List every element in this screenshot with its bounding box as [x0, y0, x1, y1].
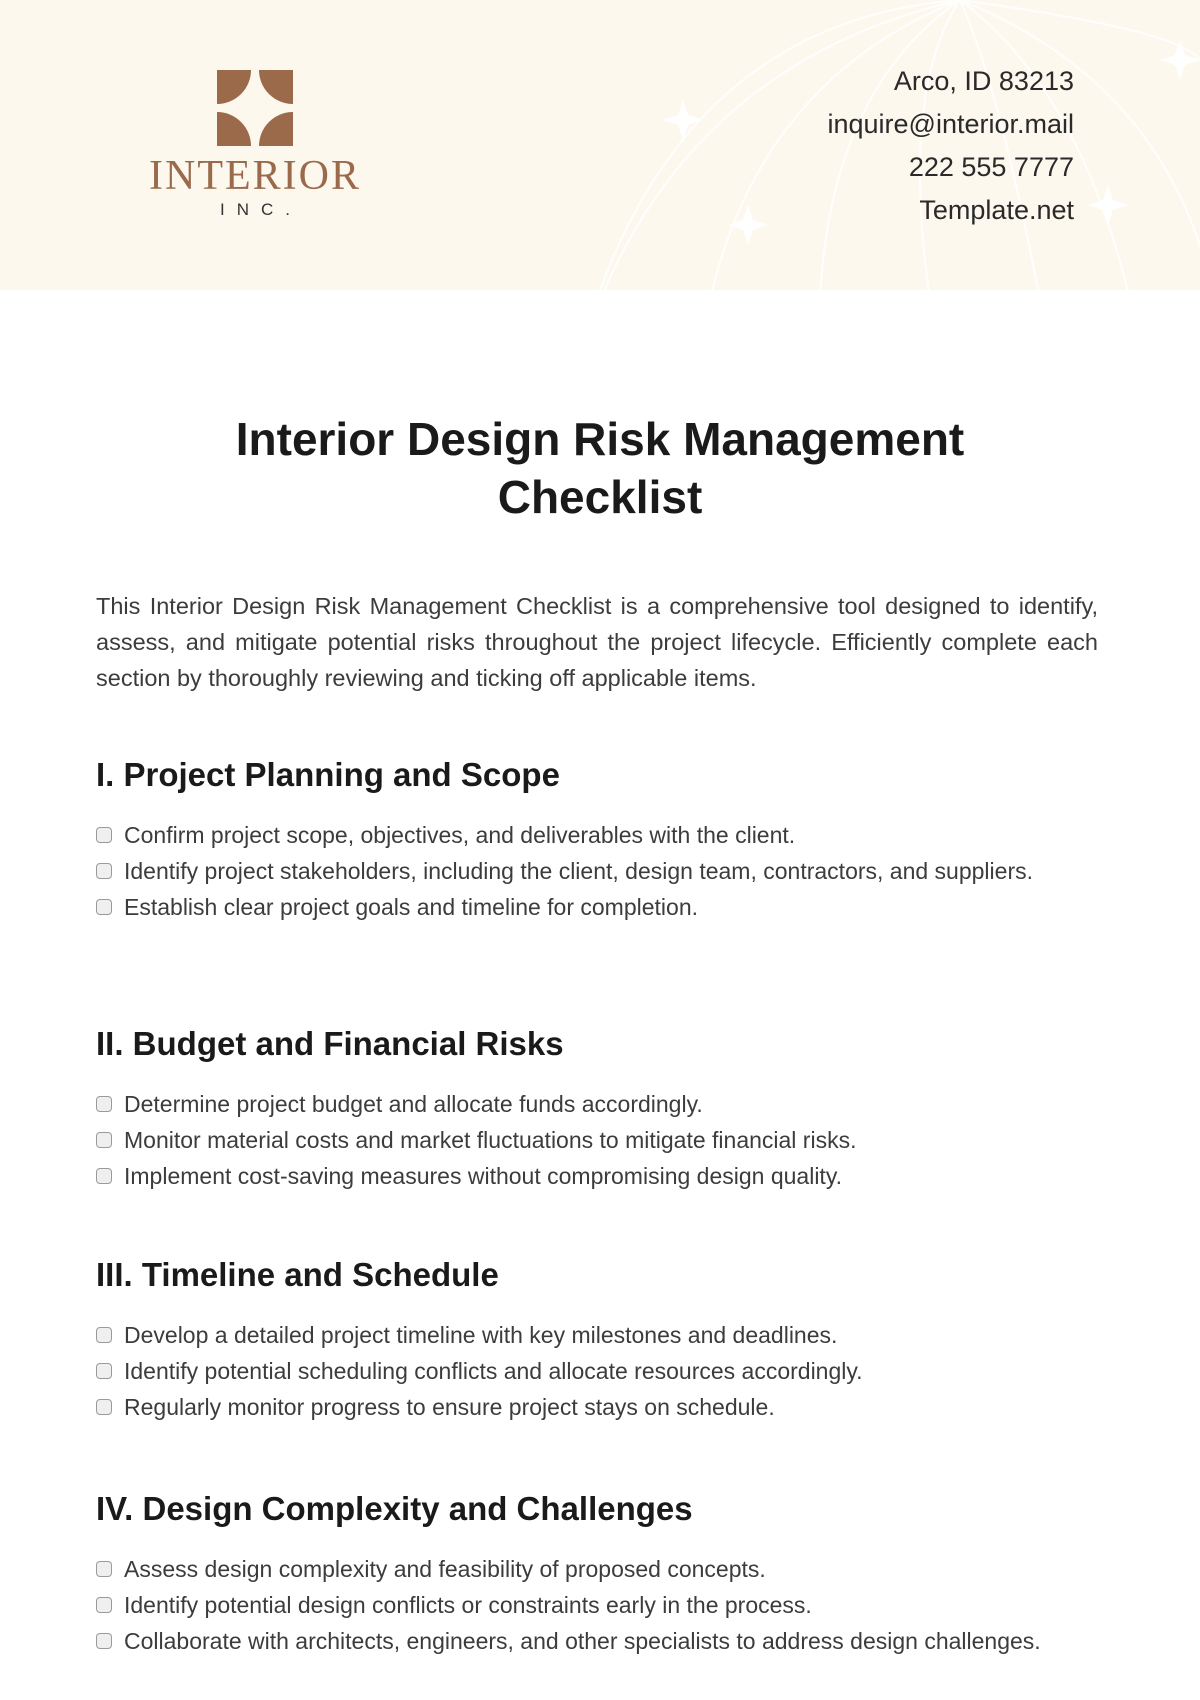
checklist: Develop a detailed project timeline with… — [96, 1317, 1098, 1425]
checklist-section: III. Timeline and Schedule Develop a deta… — [96, 1255, 1098, 1425]
checkbox[interactable] — [96, 1327, 112, 1343]
checklist: Determine project budget and allocate fu… — [96, 1086, 1098, 1194]
checklist-section: II. Budget and Financial Risks Determine … — [96, 1024, 1098, 1194]
title-line-2: Checklist — [497, 471, 703, 523]
checklist-item: Regularly monitor progress to ensure pro… — [96, 1389, 1098, 1425]
checklist-item-text: Assess design complexity and feasibility… — [124, 1556, 766, 1582]
section-heading: II. Budget and Financial Risks — [96, 1025, 564, 1062]
contact-website: Template.net — [919, 195, 1074, 225]
checklist-item: Identify project stakeholders, including… — [96, 853, 1098, 889]
title-line-1: Interior Design Risk Management — [235, 413, 965, 465]
checklist-item-text: Establish clear project goals and timeli… — [124, 894, 699, 920]
checkbox[interactable] — [96, 1399, 112, 1415]
checklist-item-text: Confirm project scope, objectives, and d… — [124, 822, 796, 848]
logo-name: INTERIOR — [149, 153, 361, 199]
checklist-item: Implement cost-saving measures without c… — [96, 1158, 1098, 1194]
contact-address: Arco, ID 83213 — [893, 66, 1074, 96]
checklist-item-text: Implement cost-saving measures without c… — [124, 1163, 842, 1189]
checklist-item-text: Identify potential scheduling conflicts … — [124, 1358, 863, 1384]
checklist-item: Monitor material costs and market fluctu… — [96, 1122, 1098, 1158]
checklist: Assess design complexity and feasibility… — [96, 1551, 1098, 1659]
checklist-item-text: Determine project budget and allocate fu… — [124, 1091, 703, 1117]
checklist-item-text: Develop a detailed project timeline with… — [124, 1322, 838, 1348]
contact-info: Arco, ID 83213 inquire@interior.mail 222… — [827, 60, 1074, 232]
checklist-item: Identify potential design conflicts or c… — [96, 1587, 1098, 1623]
checklist-item-text: Collaborate with architects, engineers, … — [124, 1628, 1041, 1654]
document-title: Interior Design Risk Management Checklis… — [100, 410, 1100, 526]
intro-paragraph: This Interior Design Risk Management Che… — [96, 593, 1098, 691]
checkbox[interactable] — [96, 1096, 112, 1112]
letterhead: INTERIOR INC. Arco, ID 83213 inquire@int… — [0, 0, 1200, 290]
company-logo: INTERIOR INC. — [120, 70, 390, 220]
checklist-item: Determine project budget and allocate fu… — [96, 1086, 1098, 1122]
checkbox[interactable] — [96, 1561, 112, 1577]
checkbox[interactable] — [96, 1363, 112, 1379]
checklist: Confirm project scope, objectives, and d… — [96, 817, 1098, 925]
checklist-item-text: Identify potential design conflicts or c… — [124, 1592, 812, 1618]
checklist-item: Develop a detailed project timeline with… — [96, 1317, 1098, 1353]
checkbox[interactable] — [96, 1168, 112, 1184]
checklist-item: Assess design complexity and feasibility… — [96, 1551, 1098, 1587]
checklist-item-text: Identify project stakeholders, including… — [124, 858, 1033, 884]
checklist-item: Establish clear project goals and timeli… — [96, 889, 1098, 925]
checklist-section: I. Project Planning and Scope Confirm pro… — [96, 755, 1098, 925]
checkbox[interactable] — [96, 863, 112, 879]
contact-phone: 222 555 7777 — [908, 152, 1074, 182]
checklist-item-text: Regularly monitor progress to ensure pro… — [124, 1394, 775, 1420]
checkbox[interactable] — [96, 899, 112, 915]
checkbox[interactable] — [96, 1633, 112, 1649]
logo-mark-icon — [217, 70, 293, 146]
checklist-item: Identify potential scheduling conflicts … — [96, 1353, 1098, 1389]
contact-email: inquire@interior.mail — [827, 109, 1074, 139]
section-heading: III. Timeline and Schedule — [96, 1256, 499, 1293]
section-heading: IV. Design Complexity and Challenges — [96, 1490, 693, 1527]
checkbox[interactable] — [96, 1132, 112, 1148]
checklist-item: Collaborate with architects, engineers, … — [96, 1623, 1098, 1659]
section-heading: I. Project Planning and Scope — [96, 756, 560, 793]
logo-subtitle: INC. — [220, 200, 302, 219]
checkbox[interactable] — [96, 827, 112, 843]
checklist-section: IV. Design Complexity and Challenges Asse… — [96, 1489, 1098, 1659]
checklist-item-text: Monitor material costs and market fluctu… — [124, 1127, 857, 1153]
checklist-item: Confirm project scope, objectives, and d… — [96, 817, 1098, 853]
checkbox[interactable] — [96, 1597, 112, 1613]
